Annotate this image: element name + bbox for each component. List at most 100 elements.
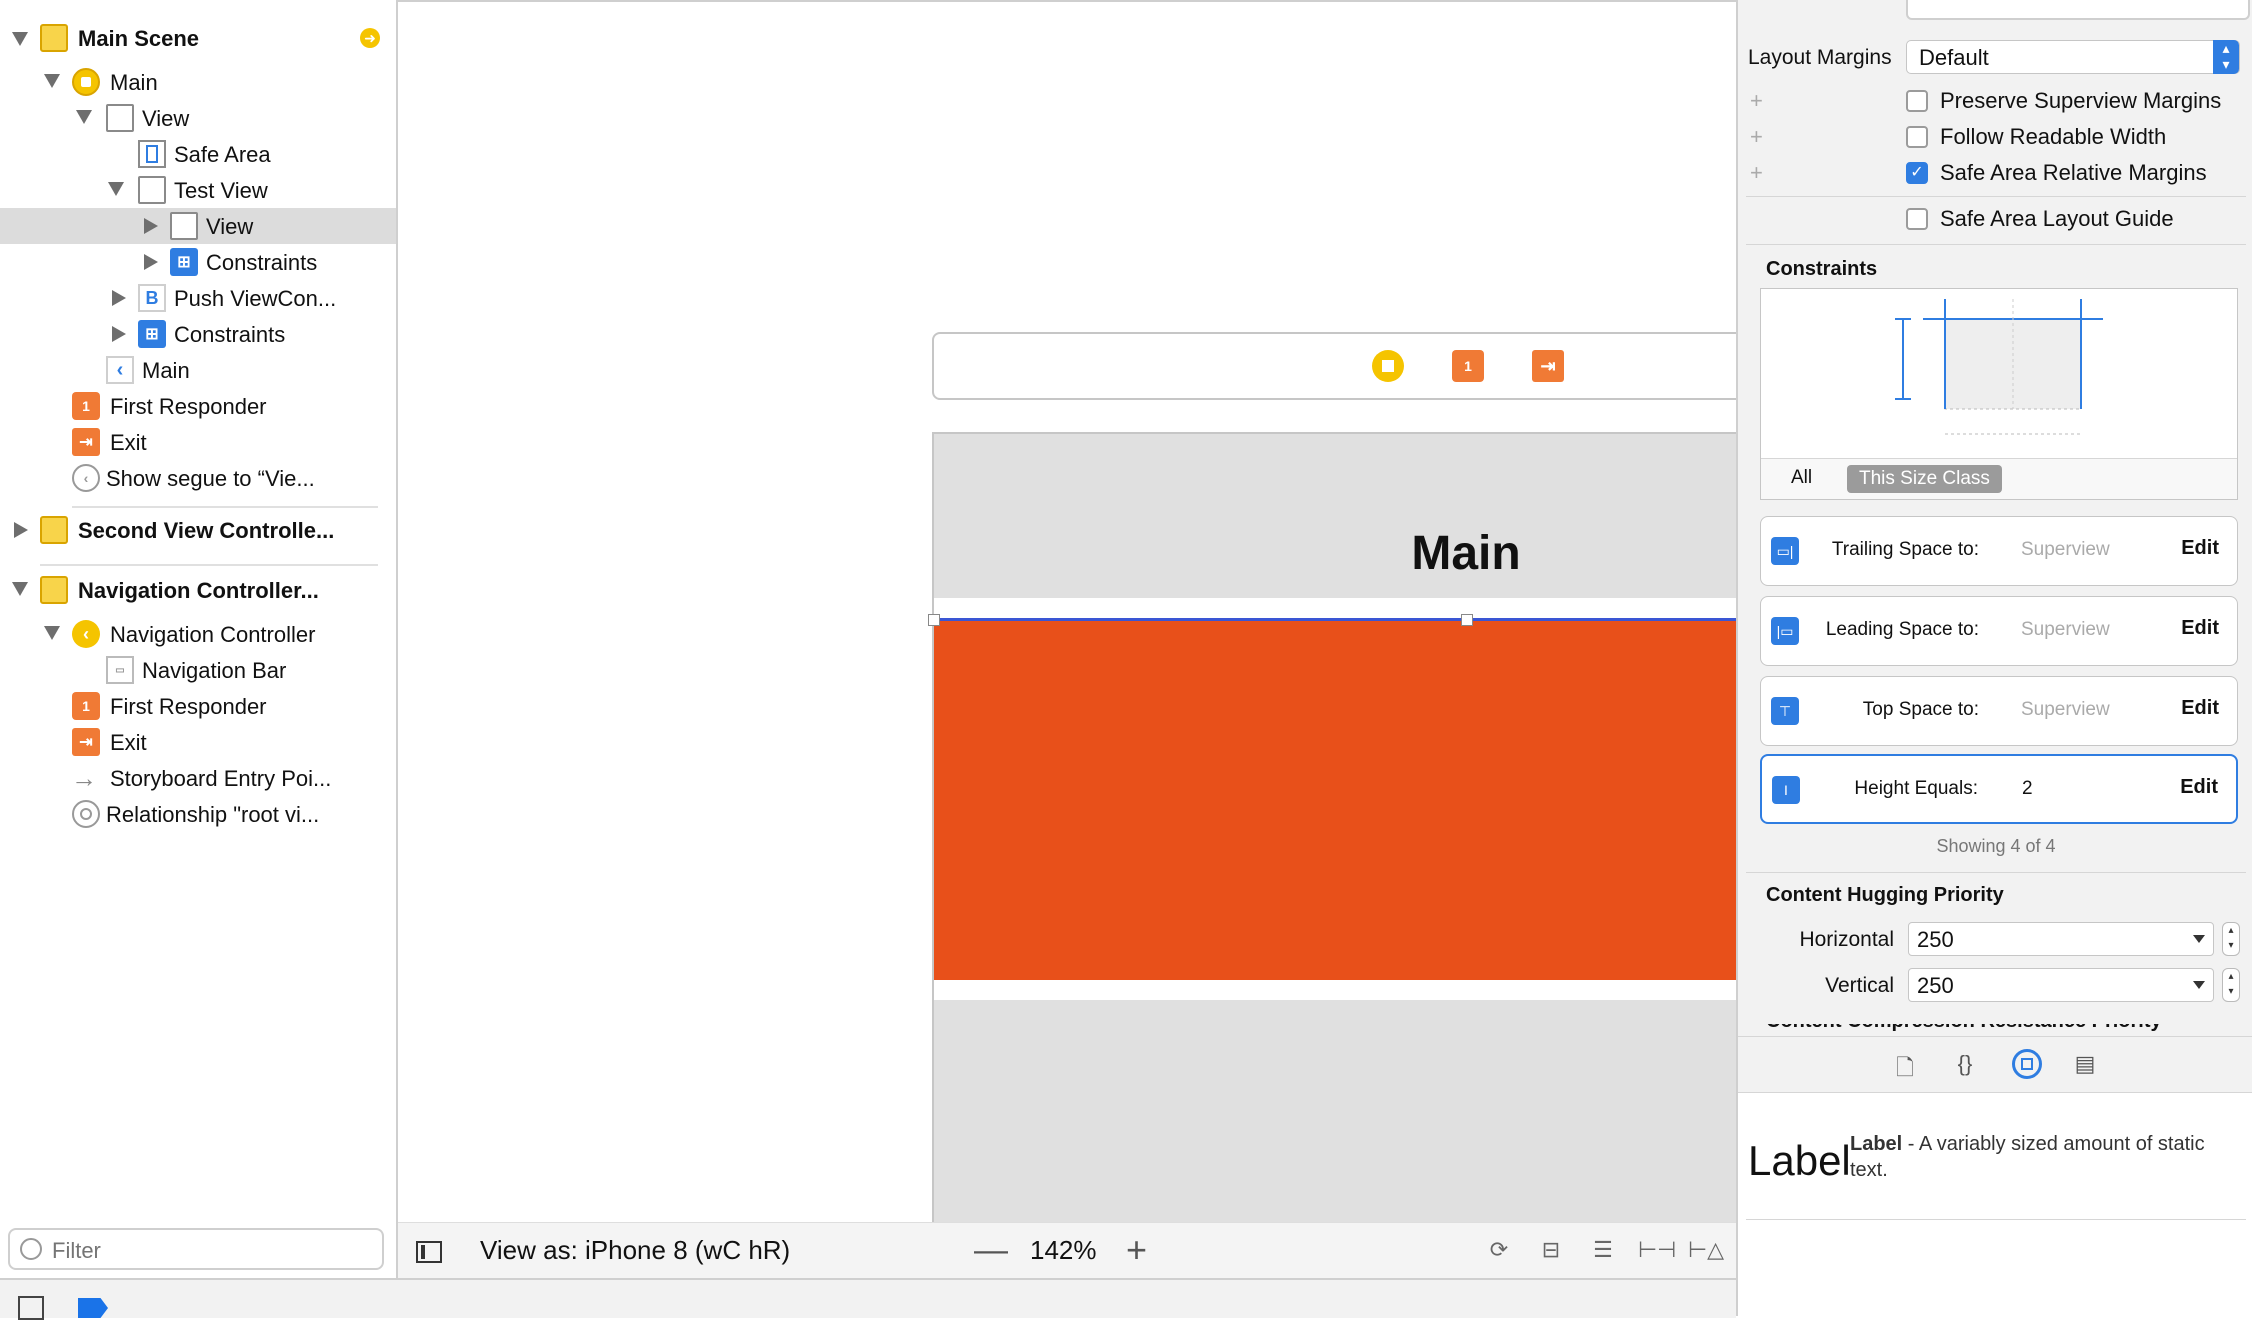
outline-row-segue[interactable]: ‹ Show segue to “Vie...: [0, 460, 396, 496]
content-hugging-title: Content Hugging Priority: [1766, 884, 2004, 906]
outline-toggle-icon[interactable]: [416, 1241, 442, 1263]
disclosure-down-icon[interactable]: [108, 182, 124, 196]
follow-readable-width-checkbox[interactable]: [1906, 126, 1928, 148]
view-as-device-button[interactable]: View as: iPhone 8 (wC hR): [480, 1235, 790, 1266]
outline-row-constraints[interactable]: ⊞ Constraints: [0, 316, 396, 352]
vertical-priority-combo[interactable]: 250: [1908, 968, 2214, 1002]
disclosure-right-icon[interactable]: [144, 218, 158, 234]
first-responder-icon: 1: [72, 392, 100, 420]
view-icon: [138, 176, 166, 204]
resize-handle[interactable]: [1461, 614, 1473, 626]
outline-row-constraints[interactable]: ⊞ Constraints: [0, 244, 396, 280]
embed-in-stack-icon[interactable]: ⊟: [1536, 1237, 1566, 1265]
outline-row-exit[interactable]: ⇥ Exit: [0, 724, 396, 760]
outline-row-nav-scene[interactable]: Navigation Controller...: [0, 572, 396, 608]
disclosure-right-icon[interactable]: [112, 290, 126, 306]
horizontal-priority-value: 250: [1917, 927, 1954, 952]
disclosure-right-icon[interactable]: [144, 254, 158, 270]
constraint-card-leading[interactable]: |▭ Leading Space to: Superview Edit: [1760, 596, 2238, 666]
constraint-card-trailing[interactable]: ▭| Trailing Space to: Superview Edit: [1760, 516, 2238, 586]
outline-label: Safe Area: [174, 142, 271, 167]
relationship-icon: [72, 800, 100, 828]
update-frames-icon[interactable]: ⟳: [1484, 1237, 1514, 1265]
outline-label: Main: [110, 70, 158, 95]
constraint-value: 2: [2022, 778, 2033, 799]
filter-input[interactable]: [50, 1236, 374, 1266]
horizontal-priority-combo[interactable]: 250: [1908, 922, 2214, 956]
constraint-card-top[interactable]: ⊤ Top Space to: Superview Edit: [1760, 676, 2238, 746]
outline-row-entry-point[interactable]: → Storyboard Entry Poi...: [0, 760, 396, 796]
outline-row-main-vc[interactable]: Main: [0, 64, 396, 100]
disclosure-right-icon[interactable]: [14, 522, 28, 538]
outline-row-first-responder[interactable]: 1 First Responder: [0, 688, 396, 724]
plus-icon[interactable]: +: [1750, 160, 1763, 186]
outline-row-test-view[interactable]: Test View: [0, 172, 396, 208]
tab-all[interactable]: All: [1791, 467, 1812, 489]
zoom-level[interactable]: 142%: [1030, 1235, 1097, 1266]
edit-button[interactable]: Edit: [2181, 537, 2219, 560]
edit-button[interactable]: Edit: [2181, 617, 2219, 640]
plus-icon[interactable]: +: [1750, 88, 1763, 114]
checkbox-label: Preserve Superview Margins: [1940, 88, 2222, 113]
view-controller-icon[interactable]: [1372, 350, 1404, 382]
storyboard-canvas[interactable]: 1 ⇥ Main: [398, 0, 2024, 1232]
view-icon: [106, 104, 134, 132]
add-constraints-icon[interactable]: ⊢⊣: [1638, 1237, 1676, 1265]
first-responder-icon[interactable]: 1: [1452, 350, 1484, 382]
vertical-stepper[interactable]: ▴ ▾: [2222, 968, 2240, 1002]
layout-margins-select[interactable]: Default ▴ ▾: [1906, 40, 2240, 74]
disclosure-down-icon[interactable]: [44, 626, 60, 640]
plus-icon[interactable]: +: [1750, 124, 1763, 150]
align-icon[interactable]: ☰: [1588, 1237, 1618, 1265]
disclosure-right-icon[interactable]: [112, 326, 126, 342]
outline-row-main-scene[interactable]: Main Scene ➜: [0, 20, 396, 56]
chevron-down-icon[interactable]: [2193, 935, 2205, 943]
outline-row-first-responder[interactable]: 1 First Responder: [0, 388, 396, 424]
preserve-superview-margins-checkbox[interactable]: [1906, 90, 1928, 112]
code-snippet-icon[interactable]: {}: [1952, 1051, 1978, 1079]
disclosure-down-icon[interactable]: [12, 582, 28, 596]
outline-label: Navigation Controller: [110, 622, 316, 647]
safe-area-relative-margins-checkbox[interactable]: ✓: [1906, 162, 1928, 184]
safe-area-layout-guide-checkbox[interactable]: [1906, 208, 1928, 230]
outline-row-relationship[interactable]: Relationship "root vi...: [0, 796, 396, 832]
zoom-in-button[interactable]: +: [1126, 1229, 1147, 1271]
disclosure-down-icon[interactable]: [76, 110, 92, 124]
horizontal-stepper[interactable]: ▴ ▾: [2222, 922, 2240, 956]
outline-row-view[interactable]: View: [0, 100, 396, 136]
object-library-icon[interactable]: [2012, 1049, 2042, 1079]
outline-row-nav-item[interactable]: ‹ Main: [0, 352, 396, 388]
outline-label: Relationship "root vi...: [106, 802, 320, 827]
filter-field[interactable]: [8, 1228, 384, 1270]
checkbox-label: Safe Area Relative Margins: [1940, 160, 2207, 185]
arrow-right-circle-icon[interactable]: ➜: [360, 28, 380, 48]
disclosure-down-icon[interactable]: [44, 74, 60, 88]
debug-area-toggle-icon[interactable]: [18, 1296, 44, 1320]
outline-row-second-scene[interactable]: Second View Controlle...: [0, 512, 396, 548]
outline-row-safe-area[interactable]: Safe Area: [0, 136, 396, 172]
outline-row-nav-controller[interactable]: ‹ Navigation Controller: [0, 616, 396, 652]
tab-this-size-class[interactable]: This Size Class: [1847, 465, 2002, 493]
breakpoint-icon[interactable]: [78, 1298, 108, 1318]
media-library-icon[interactable]: ▤: [2072, 1051, 2098, 1079]
outline-row-nav-bar[interactable]: ▭ Navigation Bar: [0, 652, 396, 688]
disclosure-down-icon[interactable]: [12, 32, 28, 46]
zoom-out-button[interactable]: —: [974, 1231, 1008, 1270]
edit-button[interactable]: Edit: [2180, 776, 2218, 799]
file-template-icon[interactable]: 🗋: [1892, 1051, 1918, 1080]
constraints-icon: ⊞: [138, 320, 166, 348]
exit-icon[interactable]: ⇥: [1532, 350, 1564, 382]
outline-row-view-selected[interactable]: View: [0, 208, 396, 244]
resize-handle[interactable]: [928, 614, 940, 626]
size-inspector: Layout Margins Default ▴ ▾ + Preserve Sup…: [1736, 0, 2252, 1317]
constraints-diagram: All This Size Class: [1760, 288, 2238, 500]
truncated-field[interactable]: [1906, 0, 2250, 20]
button-icon: B: [138, 284, 166, 312]
chevron-down-icon[interactable]: [2193, 981, 2205, 989]
resolve-issues-icon[interactable]: ⊢△: [1688, 1237, 1724, 1265]
edit-button[interactable]: Edit: [2181, 697, 2219, 720]
chevron-updown-icon[interactable]: ▴ ▾: [2213, 40, 2239, 74]
constraint-card-height[interactable]: I Height Equals: 2 Edit: [1760, 754, 2238, 824]
outline-row-exit[interactable]: ⇥ Exit: [0, 424, 396, 460]
outline-row-push-button[interactable]: B Push ViewCon...: [0, 280, 396, 316]
